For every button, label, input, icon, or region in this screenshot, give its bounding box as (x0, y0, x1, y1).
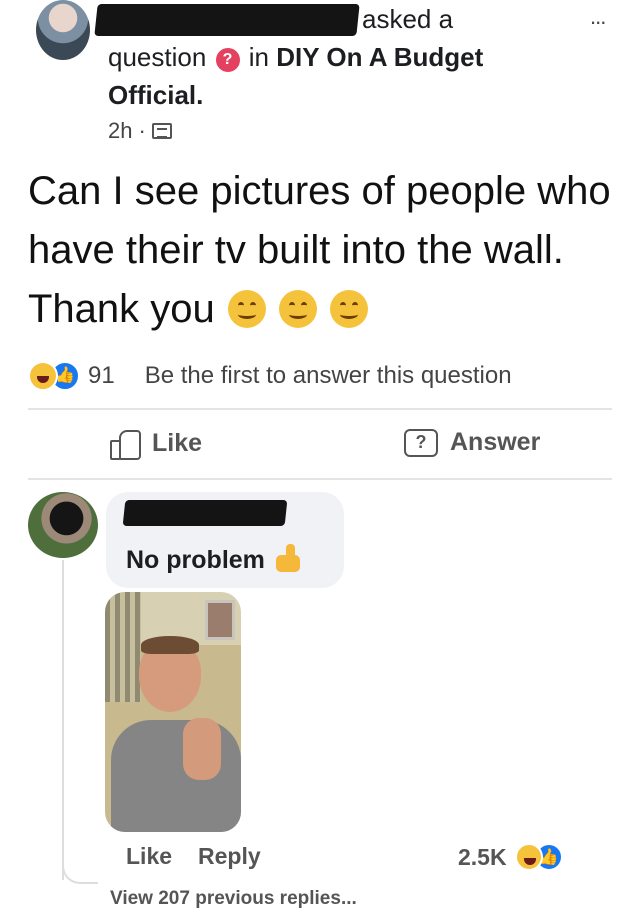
comment-reaction-icons: 👍 (514, 843, 563, 871)
question-mark-icon: ? (215, 48, 240, 72)
more-options-icon[interactable]: ... (590, 4, 606, 30)
comment-reply-button[interactable]: Reply (198, 843, 261, 870)
author-avatar[interactable] (36, 0, 90, 60)
smiling-face-emoji-icon (330, 290, 369, 328)
like-button[interactable]: Like (110, 428, 203, 460)
comment-reactions[interactable]: 2.5K 👍 (458, 843, 563, 871)
question-word: question (108, 42, 207, 72)
post-header-line3: Official. (108, 78, 203, 112)
meta-separator: · (138, 118, 146, 143)
comment-reaction-count: 2.5K (458, 843, 507, 870)
smiling-face-emoji-icon (279, 290, 318, 328)
view-previous-replies-link[interactable]: View 207 previous replies... (110, 888, 357, 910)
answer-label: Answer (450, 428, 541, 456)
photo-thumbs-up-hand (183, 718, 221, 780)
comment-photo[interactable] (105, 592, 241, 832)
asked-text: asked a (362, 4, 454, 34)
question-body: Can I see pictures of people who have th… (28, 162, 628, 339)
post-time[interactable]: 2h (108, 118, 132, 144)
haha-reaction-icon (514, 843, 543, 871)
in-word: in (248, 42, 270, 72)
photo-person-body (111, 720, 241, 832)
post-meta: 2h · (108, 118, 172, 144)
question-bubble-icon: ? (404, 428, 438, 457)
post-header-line1: asked a (362, 2, 453, 36)
divider (28, 408, 612, 410)
post-header-line2: question ? in DIY On A Budget (108, 40, 483, 74)
like-label: Like (152, 428, 203, 457)
haha-reaction-icon[interactable] (28, 361, 58, 391)
photo-curtain (105, 592, 141, 702)
thread-connector (62, 862, 98, 884)
comment-actions: Like Reply (126, 843, 261, 870)
photo-person-hair (141, 636, 199, 654)
comment-text: No problem (126, 546, 265, 574)
group-privacy-icon (151, 123, 172, 139)
divider (28, 478, 612, 480)
thumbs-up-emoji-icon (275, 544, 302, 572)
answer-button[interactable]: ? Answer (404, 428, 540, 457)
comment-like-button[interactable]: Like (126, 843, 172, 870)
question-text: Can I see pictures of people who have th… (28, 169, 611, 331)
redacted-author-name (94, 4, 360, 36)
redacted-commenter-name (122, 500, 288, 526)
reactions-summary: 👍 91 Be the first to answer this questio… (28, 358, 628, 394)
group-link-continued[interactable]: Official. (108, 80, 203, 110)
comment-text-row: No problem (126, 544, 302, 575)
first-answer-prompt: Be the first to answer this question (144, 362, 512, 389)
thread-line (62, 560, 64, 880)
group-link[interactable]: DIY On A Budget (276, 42, 483, 72)
smiling-face-emoji-icon (227, 290, 266, 328)
commenter-avatar[interactable] (28, 492, 98, 558)
thumbs-up-icon (110, 428, 141, 460)
photo-wall-frame (205, 600, 235, 640)
reaction-count[interactable]: 91 (88, 362, 115, 390)
